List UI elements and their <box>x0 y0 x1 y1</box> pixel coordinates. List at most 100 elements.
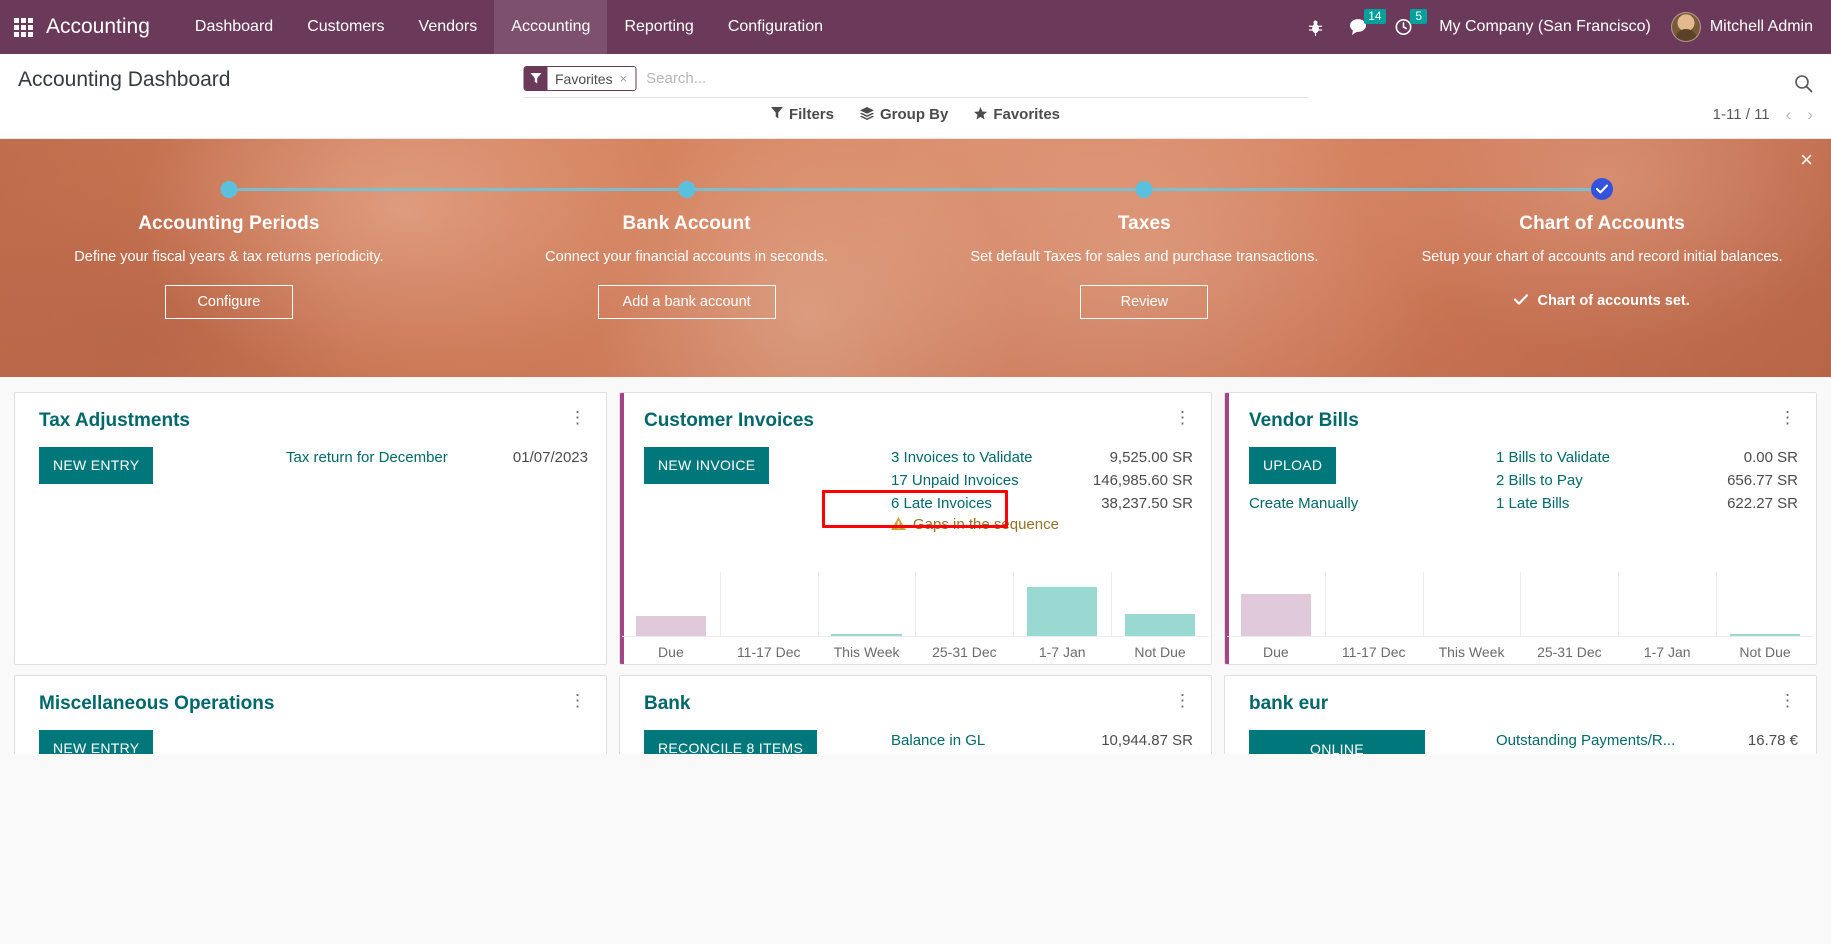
onboarding-step-bank-account: Bank Account Connect your financial acco… <box>457 177 916 377</box>
stat-label[interactable]: 1 Late Bills <box>1496 493 1569 515</box>
stat-label[interactable]: Outstanding Paymen... <box>891 753 1044 754</box>
card-bank[interactable]: Bank ⋮ RECONCILE 8 ITEMS Online Synchron… <box>618 675 1212 754</box>
card-stats: Balance in GL 10,944.87 SR Outstanding P… <box>891 730 1193 754</box>
stat-outstanding-payments-receipts[interactable]: Outstanding Payments/R... 16.78 € <box>1496 730 1798 752</box>
stat-late-invoices[interactable]: 6 Late Invoices 38,237.50 SR <box>891 493 1193 515</box>
kebab-menu-icon[interactable]: ⋮ <box>1775 692 1800 710</box>
search-facet-favorites[interactable]: Favorites × <box>523 66 637 91</box>
debug-manager-button[interactable] <box>1295 0 1336 54</box>
close-icon[interactable]: × <box>620 71 628 86</box>
top-navbar: Accounting Dashboard Customers Vendors A… <box>0 0 1831 54</box>
pager: 1-11 / 11 ‹ › <box>1713 105 1813 125</box>
pager-value: 1-11 / 11 <box>1712 106 1770 123</box>
stat-label[interactable]: 3 Invoices to Validate <box>891 447 1032 469</box>
chart-column <box>1324 564 1423 636</box>
card-bank-eur[interactable]: bank eur ⋮ ONLINE SYNCHRONIZATION Import… <box>1223 675 1817 754</box>
chart-of-accounts-status-label: Chart of accounts set. <box>1537 293 1690 309</box>
app-brand[interactable]: Accounting <box>46 15 178 39</box>
pager-previous-button[interactable]: ‹ <box>1786 105 1792 125</box>
menu-reporting[interactable]: Reporting <box>607 0 710 54</box>
new-entry-button[interactable]: NEW ENTRY <box>39 730 154 754</box>
new-invoice-button[interactable]: NEW INVOICE <box>643 447 770 484</box>
pager-next-button[interactable]: › <box>1807 105 1813 125</box>
review-taxes-button[interactable]: Review <box>1080 285 1209 319</box>
stat-bills-to-validate[interactable]: 1 Bills to Validate 0.00 SR <box>1496 447 1798 469</box>
kebab-menu-icon[interactable]: ⋮ <box>565 692 590 710</box>
step-dot-icon <box>1135 181 1153 198</box>
step-title: Chart of Accounts <box>1519 213 1685 234</box>
page-title: Accounting Dashboard <box>18 68 231 91</box>
chart-plot-area <box>621 564 1209 637</box>
card-title[interactable]: bank eur <box>1249 692 1328 716</box>
gaps-in-sequence-warning[interactable]: Gaps in the sequence <box>891 516 1193 533</box>
card-title[interactable]: Vendor Bills <box>1249 409 1359 433</box>
card-vendor-bills[interactable]: Vendor Bills ⋮ UPLOAD Create Manually 1 … <box>1223 392 1817 665</box>
favorites-button[interactable]: Favorites <box>974 106 1060 123</box>
menu-dashboard[interactable]: Dashboard <box>178 0 290 54</box>
card-actions: NEW ENTRY <box>39 730 286 754</box>
kebab-menu-icon[interactable]: ⋮ <box>1170 409 1195 427</box>
tax-return-row[interactable]: Tax return for December 01/07/2023 <box>286 447 588 469</box>
kebab-menu-icon[interactable]: ⋮ <box>565 409 590 427</box>
search-icon[interactable] <box>1794 74 1813 99</box>
journal-dashboard-kanban: Tax Adjustments ⋮ NEW ENTRY Tax return f… <box>0 377 1831 754</box>
step-dot-icon <box>220 181 238 198</box>
menu-vendors[interactable]: Vendors <box>402 0 495 54</box>
layers-icon <box>859 106 874 123</box>
configure-button[interactable]: Configure <box>164 285 293 319</box>
create-manually-link[interactable]: Create Manually <box>1249 493 1496 515</box>
stat-value: 8,884.67 SR <box>1100 753 1193 754</box>
chart-of-accounts-status: Chart of accounts set. <box>1395 293 1809 309</box>
new-entry-button[interactable]: NEW ENTRY <box>39 447 154 484</box>
kanban-column: bank eur ⋮ ONLINE SYNCHRONIZATION Import… <box>1218 670 1823 754</box>
user-menu[interactable]: Mitchell Admin <box>1665 12 1813 42</box>
stat-bills-to-pay[interactable]: 2 Bills to Pay 656.77 SR <box>1496 470 1798 492</box>
stat-balance-in-gl[interactable]: Balance in GL 10,944.87 SR <box>891 730 1193 752</box>
menu-accounting[interactable]: Accounting <box>494 0 608 54</box>
stat-outstanding-payments[interactable]: Outstanding Paymen... 8,884.67 SR <box>891 753 1193 754</box>
stat-label[interactable]: 1 Bills to Validate <box>1496 447 1610 469</box>
menu-customers[interactable]: Customers <box>290 0 401 54</box>
card-title[interactable]: Miscellaneous Operations <box>39 692 274 716</box>
card-title[interactable]: Bank <box>644 692 690 716</box>
user-name: Mitchell Admin <box>1709 18 1813 35</box>
kebab-menu-icon[interactable]: ⋮ <box>1775 409 1800 427</box>
card-tax-adjustments[interactable]: Tax Adjustments ⋮ NEW ENTRY Tax return f… <box>14 392 607 665</box>
stat-label[interactable]: 17 Unpaid Invoices <box>891 470 1019 492</box>
chart-customer-invoices-aging: Due 11-17 Dec This Week 25-31 Dec 1-7 Ja… <box>621 564 1209 664</box>
card-title[interactable]: Customer Invoices <box>644 409 814 433</box>
filters-button[interactable]: Filters <box>770 106 834 123</box>
card-customer-invoices[interactable]: Customer Invoices ⋮ NEW INVOICE 3 Invoic… <box>618 392 1212 665</box>
stat-label[interactable]: 2 Bills to Pay <box>1496 470 1583 492</box>
chart-x-tick: 25-31 Dec <box>932 644 997 660</box>
kanban-column: Customer Invoices ⋮ NEW INVOICE 3 Invoic… <box>613 387 1218 670</box>
check-icon <box>1591 178 1614 200</box>
step-title: Accounting Periods <box>138 213 320 234</box>
company-switcher[interactable]: My Company (San Francisco) <box>1425 18 1665 36</box>
stat-late-bills[interactable]: 1 Late Bills 622.27 SR <box>1496 493 1798 515</box>
tax-return-label[interactable]: Tax return for December <box>286 447 448 469</box>
card-miscellaneous-operations[interactable]: Miscellaneous Operations ⋮ NEW ENTRY <box>14 675 607 754</box>
chart-x-tick: This Week <box>833 644 900 660</box>
onboarding-step-accounting-periods: Accounting Periods Define your fiscal ye… <box>0 177 458 377</box>
online-synchronization-button[interactable]: ONLINE SYNCHRONIZATION <box>1248 730 1425 754</box>
stat-value: 38,237.50 SR <box>1101 495 1193 512</box>
card-title[interactable]: Tax Adjustments <box>39 409 190 433</box>
activities-button[interactable]: 5 <box>1382 0 1428 54</box>
kebab-menu-icon[interactable]: ⋮ <box>1170 692 1195 710</box>
chart-x-tick: 11-17 Dec <box>736 644 801 660</box>
menu-configuration[interactable]: Configuration <box>711 0 840 54</box>
add-bank-account-button[interactable]: Add a bank account <box>597 285 776 319</box>
stat-label[interactable]: Balance in GL <box>891 730 985 752</box>
messages-button[interactable]: 14 <box>1336 0 1386 54</box>
group-by-button[interactable]: Group By <box>859 106 948 123</box>
search-input[interactable] <box>636 70 1308 87</box>
stat-invoices-to-validate[interactable]: 3 Invoices to Validate 9,525.00 SR <box>891 447 1193 469</box>
reconcile-items-button[interactable]: RECONCILE 8 ITEMS <box>643 730 818 754</box>
stat-label[interactable]: Outstanding Payments/R... <box>1496 730 1675 752</box>
stat-unpaid-invoices[interactable]: 17 Unpaid Invoices 146,985.60 SR <box>891 470 1193 492</box>
step-description: Setup your chart of accounts and record … <box>1421 249 1783 265</box>
upload-button[interactable]: UPLOAD <box>1248 447 1337 484</box>
apps-menu-button[interactable] <box>0 0 46 54</box>
stat-label[interactable]: 6 Late Invoices <box>891 493 992 515</box>
